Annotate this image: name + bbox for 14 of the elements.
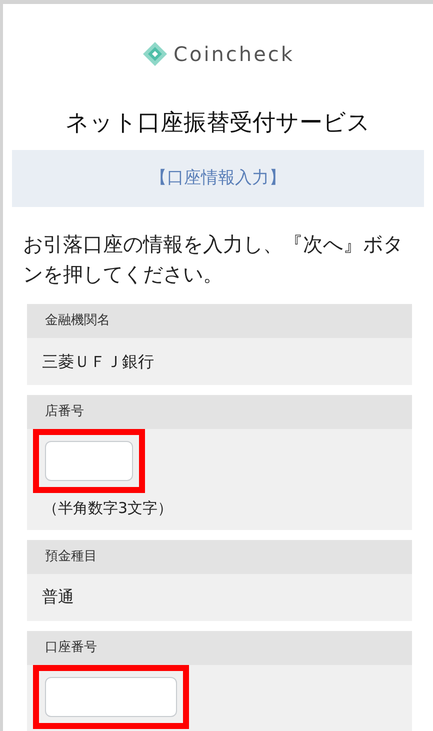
field-value: 三菱ＵＦＪ銀行 — [42, 350, 154, 372]
instruction-text: お引落口座の情報を入力し、『次へ』ボタンを押してください。 — [22, 231, 404, 288]
logo-text: Coincheck — [174, 41, 294, 68]
input-field[interactable] — [45, 676, 177, 716]
field-label: 店番号 — [45, 403, 84, 422]
field-label: 金融機関名 — [45, 312, 110, 330]
field-value: 普通 — [42, 586, 74, 608]
field-label: 口座番号 — [45, 638, 97, 657]
logo-icon — [142, 41, 168, 67]
page-title: ネット口座振替受付サービス — [64, 109, 372, 138]
section-banner: 【口座情報入力】 — [12, 150, 424, 207]
input-field[interactable] — [45, 441, 133, 481]
field-label: 預金種目 — [45, 548, 97, 566]
field-hint: （半角数字3文字） — [42, 498, 174, 519]
